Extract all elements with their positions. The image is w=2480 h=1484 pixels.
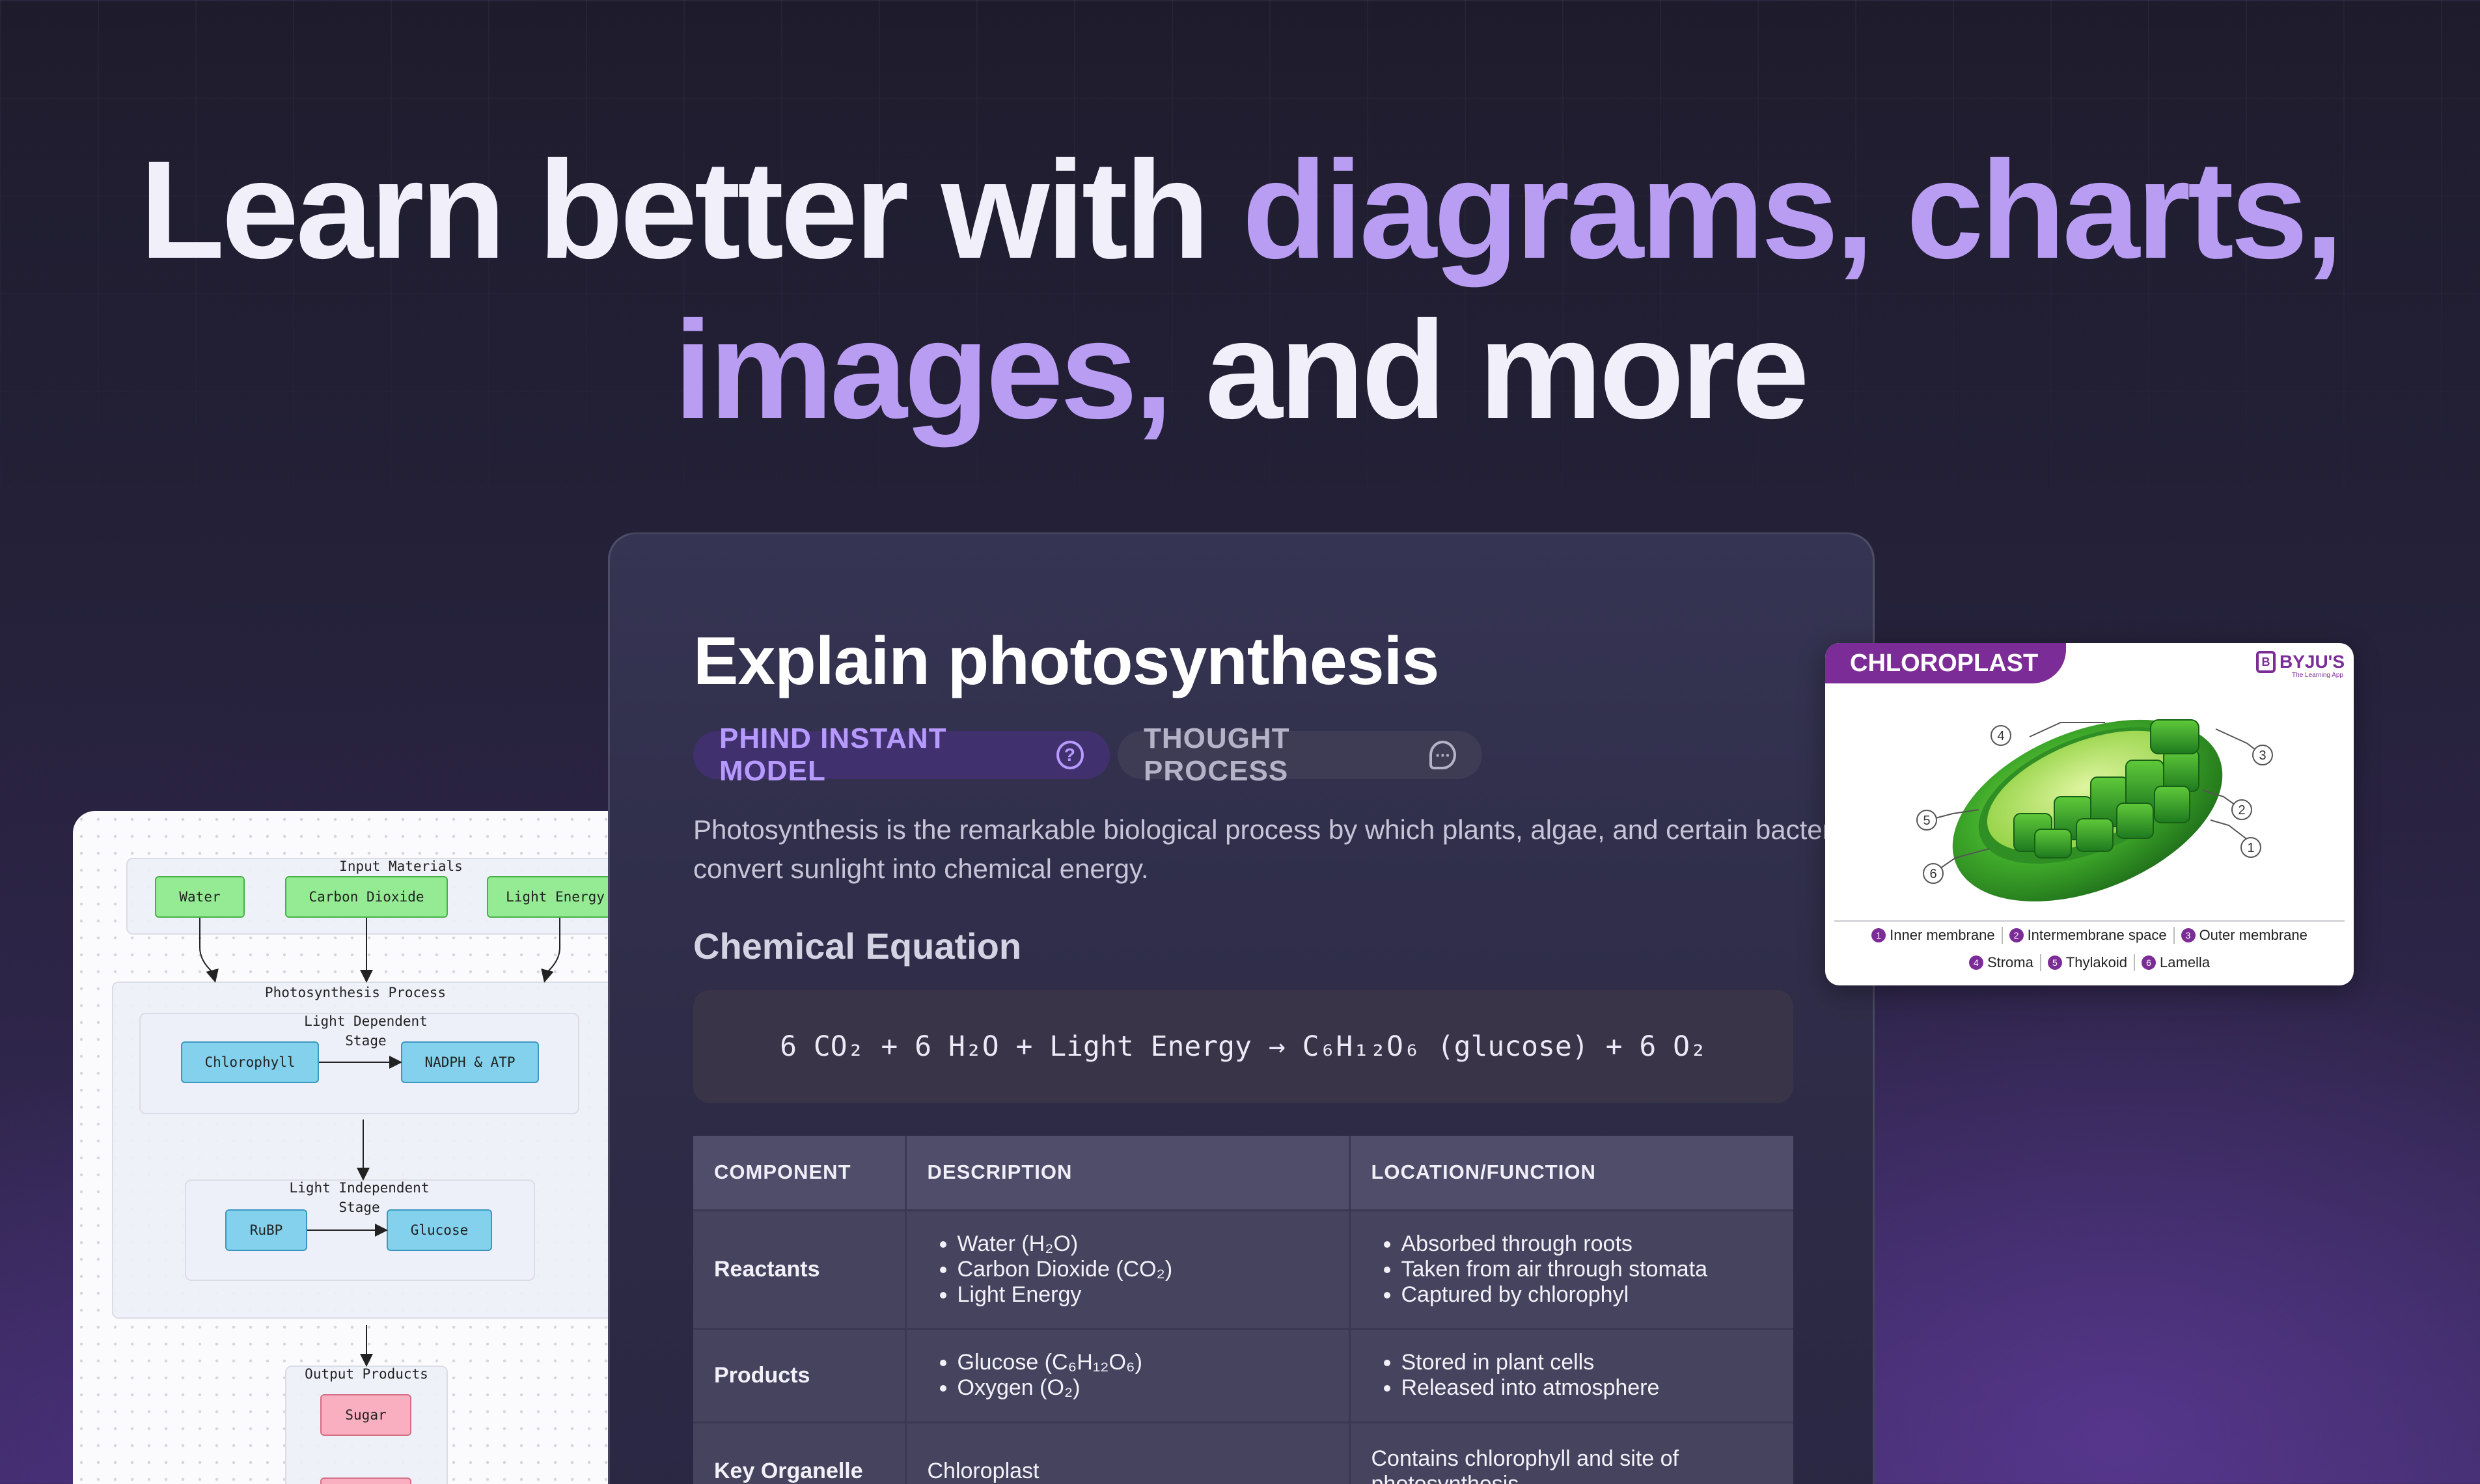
node-sugar[interactable]: Sugar: [320, 1394, 411, 1436]
list-item: Glucose (C₆H₁₂O₆): [958, 1350, 1328, 1375]
list-item: Oxygen (O₂): [958, 1375, 1328, 1401]
model-badge-label: PHIND INSTANT MODEL: [719, 722, 947, 787]
chemical-equation: 6 CO₂ + 6 H₂O + Light Energy → C₆H₁₂O₆ (…: [780, 1030, 1707, 1063]
components-table: COMPONENT DESCRIPTION LOCATION/FUNCTION …: [693, 1136, 1793, 1484]
node-carbon-dioxide[interactable]: Carbon Dioxide: [285, 876, 448, 918]
chloroplast-tag: CHLOROPLAST: [1825, 643, 2066, 683]
legend-number: 6: [2142, 955, 2156, 970]
hero-text-accent: diagrams, charts,: [1242, 132, 2343, 288]
hero-text-plain: Learn better with: [139, 132, 1243, 288]
legend-item: 3 Outer membrane: [2173, 927, 2314, 944]
list-item: Carbon Dioxide (CO₂): [958, 1257, 1328, 1282]
hero-line-1: Learn better with diagrams, charts,: [0, 130, 2480, 290]
legend-label: Stroma: [1987, 954, 2033, 970]
brand-logo-icon: B: [2255, 651, 2276, 673]
table-header: DESCRIPTION: [904, 1136, 1349, 1210]
callout-4: 4: [1997, 729, 2004, 743]
legend-item: 5 Thylakoid: [2039, 954, 2134, 971]
thought-process-button[interactable]: THOUGHT PROCESS ···: [1118, 722, 1482, 787]
legend-item: 1 Inner membrane: [1865, 927, 2001, 944]
node-oxygen[interactable]: [320, 1477, 411, 1484]
list-item: Captured by chlorophyl: [1401, 1282, 1773, 1308]
legend-label: Outer membrane: [2199, 927, 2308, 943]
list-item: Stored in plant cells: [1401, 1350, 1773, 1375]
table-header-row: COMPONENT DESCRIPTION LOCATION/FUNCTION: [693, 1136, 1793, 1210]
model-badge[interactable]: PHIND INSTANT MODEL ?: [693, 722, 1110, 787]
table-cell-component: Reactants: [693, 1209, 905, 1328]
table-cell-location: Stored in plant cells Released into atmo…: [1348, 1327, 1793, 1422]
legend-number: 1: [1871, 928, 1886, 942]
hero-text-plain: and more: [1170, 292, 1810, 448]
table-cell-component: Products: [693, 1327, 905, 1422]
table-row: Products Glucose (C₆H₁₂O₆) Oxygen (O₂) S…: [693, 1327, 1793, 1422]
node-rubp[interactable]: RuBP: [225, 1209, 307, 1251]
legend-label: Inner membrane: [1890, 927, 1995, 943]
input-materials-label: Input Materials: [339, 859, 463, 874]
help-icon[interactable]: ?: [1056, 741, 1084, 769]
photosynthesis-flow-diagram: Input Materials Water Carbon Dioxide Lig…: [73, 811, 608, 1484]
node-water[interactable]: Water: [155, 876, 245, 918]
legend-number: 4: [1968, 955, 1983, 970]
legend-row-1: 1 Inner membrane 2 Intermembrane space 3 Ou…: [1825, 927, 2354, 944]
node-chlorophyll[interactable]: Chlorophyll: [181, 1041, 319, 1083]
chloroplast-image-card[interactable]: 3 2 1 4 5 6 CHLOROPLAST B BYJU'S The Lea…: [1825, 643, 2354, 985]
node-nadph-atp[interactable]: NADPH & ATP: [401, 1041, 539, 1083]
node-light-energy[interactable]: Light Energy: [487, 876, 608, 918]
chat-bubble-icon: ···: [1429, 741, 1456, 769]
table-header: LOCATION/FUNCTION: [1348, 1136, 1793, 1210]
response-card: Explain photosynthesis PHIND INSTANT MOD…: [608, 532, 1875, 1484]
list-item: Water (H₂O): [958, 1231, 1328, 1257]
hero-line-2: images, and more: [0, 290, 2480, 450]
table-cell-component: Key Organelle: [693, 1421, 905, 1484]
table-header: COMPONENT: [693, 1136, 905, 1210]
legend-item: 2 Intermembrane space: [2001, 927, 2173, 944]
answer-intro: Photosynthesis is the remarkable biologi…: [693, 814, 1853, 884]
list-item: Absorbed through roots: [1401, 1231, 1773, 1257]
legend-label: Thylakoid: [2065, 954, 2128, 970]
photosynthesis-process-label: Photosynthesis Process: [264, 985, 447, 1000]
table-row: Reactants Water (H₂O) Carbon Dioxide (CO…: [693, 1209, 1793, 1328]
callout-3: 3: [2259, 749, 2266, 763]
legend-item: 4 Stroma: [1963, 954, 2040, 971]
brand-tagline: The Learning App: [2292, 672, 2343, 679]
legend-label: Lamella: [2160, 954, 2211, 970]
table-cell-description: Chloroplast: [904, 1421, 1349, 1484]
callout-1: 1: [2247, 841, 2254, 855]
legend-divider: [1834, 920, 2345, 922]
output-products-label: Output Products: [305, 1366, 428, 1382]
hero-text-accent: images,: [674, 292, 1173, 448]
hero-headline: Learn better with diagrams, charts, imag…: [0, 130, 2480, 450]
legend-number: 3: [2181, 928, 2196, 942]
legend-label: Intermembrane space: [2027, 927, 2167, 943]
table-cell-location: Contains chlorophyll and site of photosy…: [1348, 1421, 1793, 1484]
legend-number: 5: [2047, 955, 2062, 970]
table-cell-description: Water (H₂O) Carbon Dioxide (CO₂) Light E…: [904, 1209, 1349, 1328]
list-item: Released into atmosphere: [1401, 1375, 1773, 1401]
list-item: Taken from air through stomata: [1401, 1257, 1773, 1282]
callout-5: 5: [1923, 814, 1930, 828]
table-cell-description: Glucose (C₆H₁₂O₆) Oxygen (O₂): [904, 1327, 1349, 1422]
list-item: Light Energy: [958, 1282, 1328, 1308]
legend-number: 2: [2009, 928, 2024, 942]
legend-item: 6 Lamella: [2134, 954, 2216, 971]
thought-process-label: THOUGHT PROCESS: [1144, 722, 1290, 787]
legend-row-2: 4 Stroma 5 Thylakoid 6 Lamella: [1825, 954, 2354, 971]
callout-2: 2: [2238, 803, 2245, 818]
table-cell-location: Absorbed through roots Taken from air th…: [1348, 1209, 1793, 1328]
brand-name: BYJU'S: [2279, 652, 2345, 672]
section-heading-equation: Chemical Equation: [693, 926, 1022, 967]
node-glucose[interactable]: Glucose: [387, 1209, 492, 1251]
query-title: Explain photosynthesis: [693, 624, 1439, 699]
brand-logo: B BYJU'S: [2255, 651, 2345, 673]
chemical-equation-block: 6 CO₂ + 6 H₂O + Light Energy → C₆H₁₂O₆ (…: [693, 990, 1793, 1103]
table-row: Key Organelle Chloroplast Contains chlor…: [693, 1421, 1793, 1484]
callout-6: 6: [1929, 867, 1936, 881]
